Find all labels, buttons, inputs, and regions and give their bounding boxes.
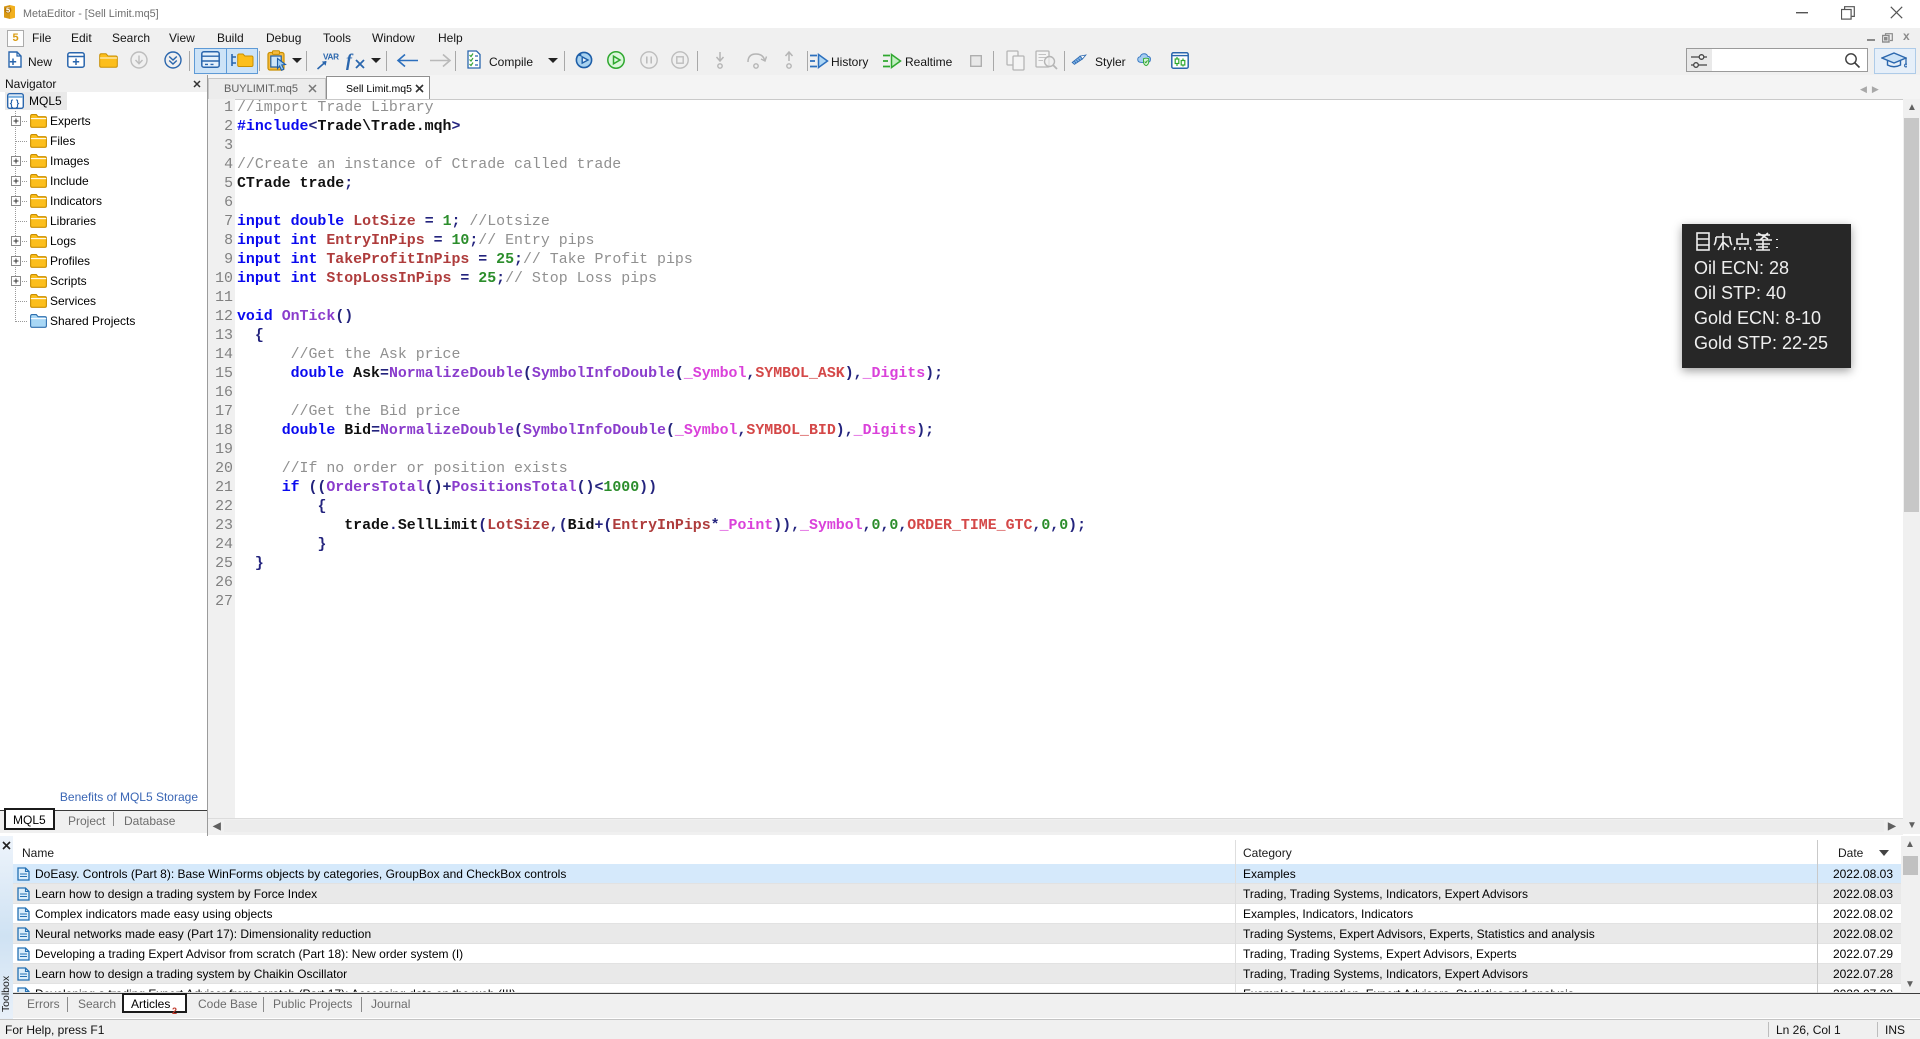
svg-text:f: f (346, 50, 354, 70)
svg-text:{ }: { } (10, 98, 20, 108)
svg-text:5: 5 (6, 6, 10, 15)
svg-text:VAR: VAR (323, 53, 339, 62)
